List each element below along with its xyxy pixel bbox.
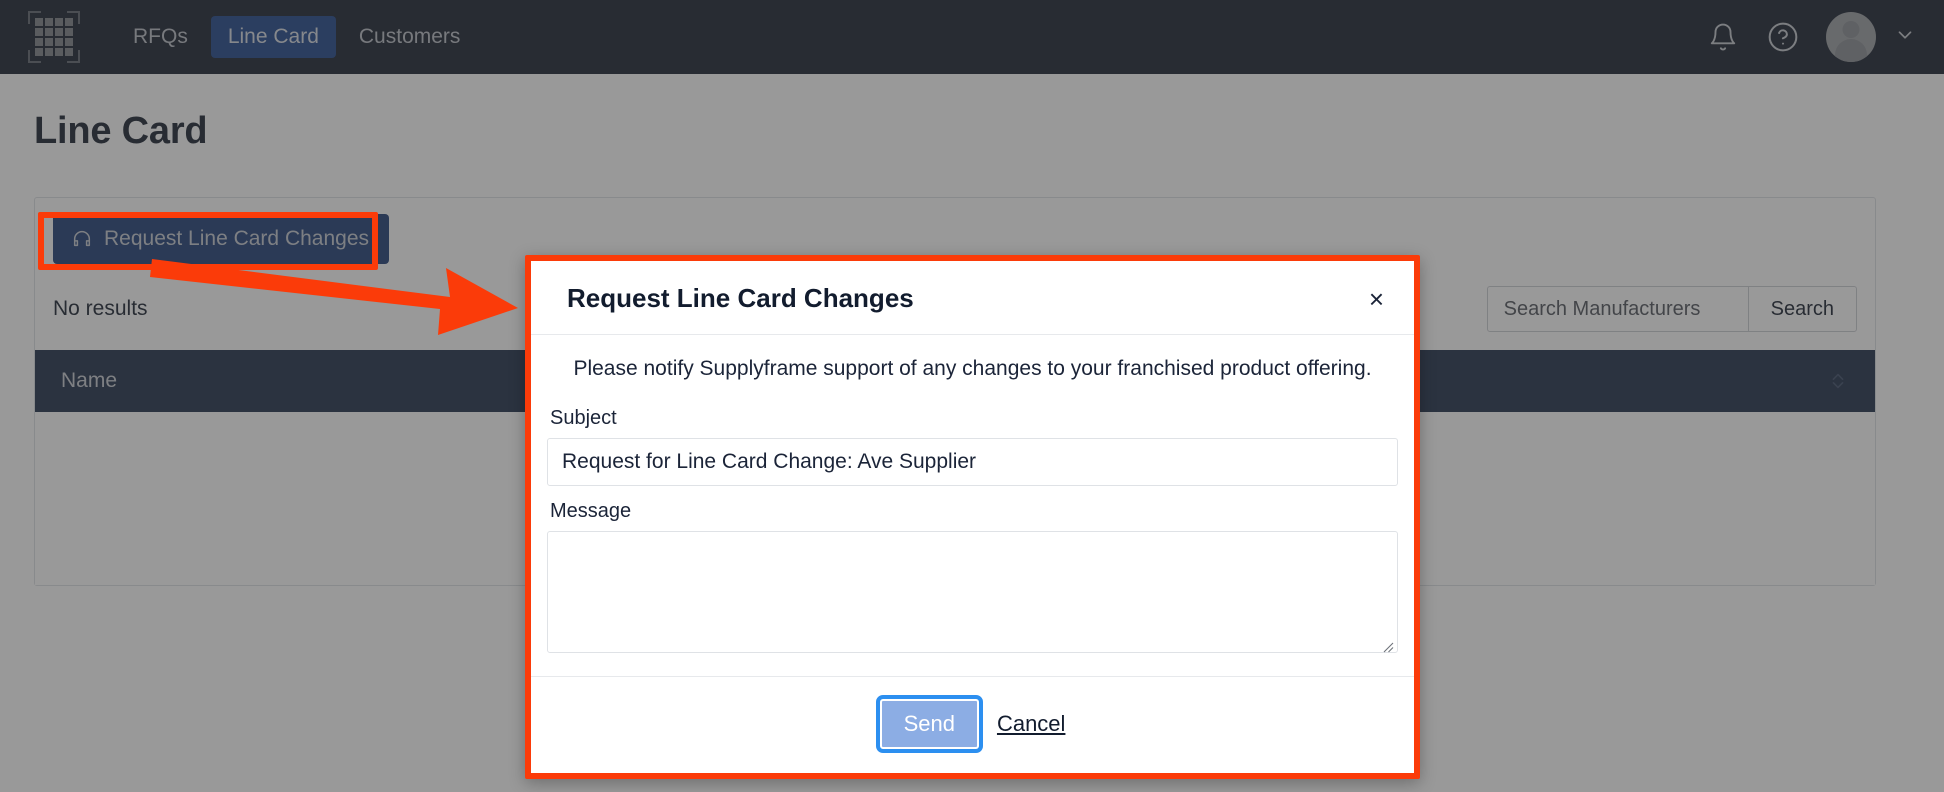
annotation-highlight-box: [38, 212, 378, 270]
message-label: Message: [550, 500, 632, 522]
modal-footer: Send Cancel: [531, 676, 1414, 773]
message-textarea[interactable]: [547, 531, 1398, 653]
message-field-wrap: [547, 531, 1398, 658]
subject-label: Subject: [550, 407, 617, 429]
subject-input[interactable]: [547, 438, 1398, 486]
modal-header: Request Line Card Changes ×: [531, 261, 1414, 335]
request-line-card-changes-modal: Request Line Card Changes × Please notif…: [525, 255, 1420, 779]
cancel-link[interactable]: Cancel: [997, 711, 1065, 737]
send-button[interactable]: Send: [875, 695, 983, 753]
modal-body: Please notify Supplyframe support of any…: [531, 335, 1414, 676]
close-icon[interactable]: ×: [1365, 284, 1388, 314]
modal-title: Request Line Card Changes: [567, 283, 914, 313]
modal-description-text: Please notify Supplyframe support of any…: [573, 357, 1372, 380]
